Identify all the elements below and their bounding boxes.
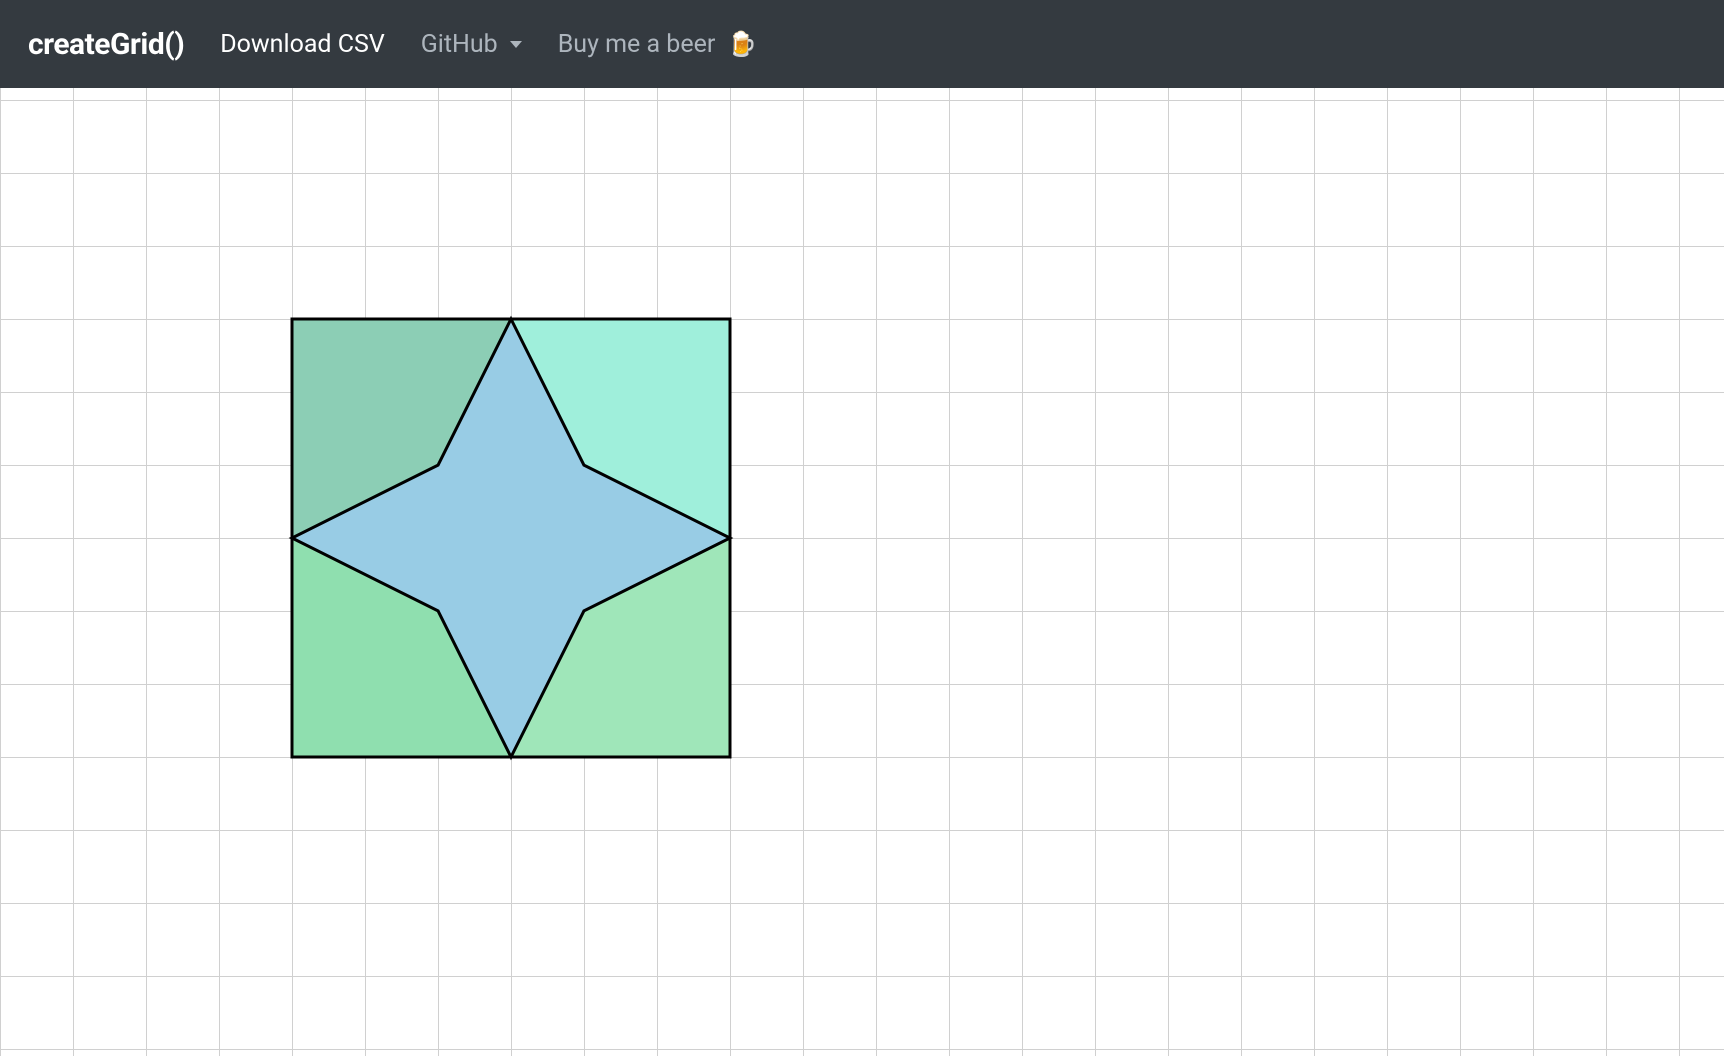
shapes-layer[interactable] — [0, 88, 1724, 1056]
download-csv-link[interactable]: Download CSV — [220, 30, 385, 59]
navbar: createGrid() Download CSV GitHub Buy me … — [0, 0, 1724, 88]
buy-beer-link[interactable]: Buy me a beer 🍺 — [558, 30, 757, 59]
github-label: GitHub — [421, 30, 498, 59]
grid-canvas[interactable] — [0, 88, 1724, 1056]
beer-icon: 🍺 — [727, 30, 757, 58]
brand-title: createGrid() — [28, 27, 184, 62]
github-dropdown[interactable]: GitHub — [421, 30, 522, 59]
chevron-down-icon — [510, 41, 522, 48]
buy-beer-label: Buy me a beer — [558, 30, 716, 59]
download-csv-label: Download CSV — [220, 30, 385, 59]
